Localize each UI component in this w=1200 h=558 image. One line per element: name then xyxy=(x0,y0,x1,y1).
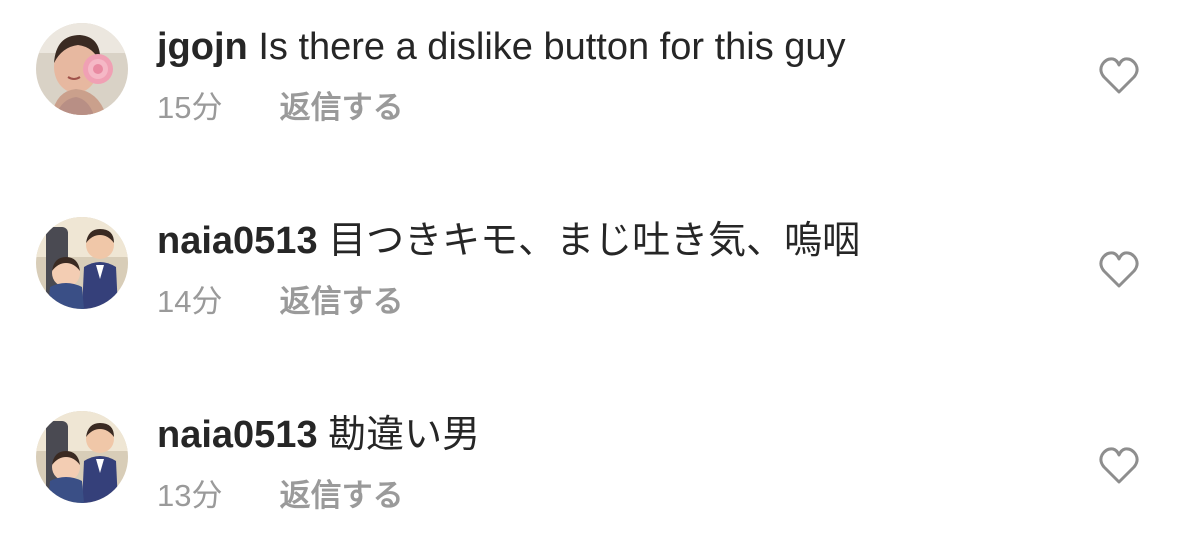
reply-button[interactable]: 返信する xyxy=(280,478,404,513)
heart-outline-icon xyxy=(1099,57,1139,94)
comment-timestamp: 15分 xyxy=(157,90,223,125)
comment-username[interactable]: jgojn xyxy=(157,26,248,68)
comment-item: jgojn Is there a dislike button for this… xyxy=(0,20,1200,170)
comment-meta: 15分 返信する xyxy=(157,88,404,128)
comment-timestamp: 14分 xyxy=(157,284,223,319)
comment-text: 目つきキモ、まじ吐き気、嗚咽 xyxy=(328,220,861,262)
comment-item: naia0513 目つきキモ、まじ吐き気、嗚咽 14分 返信する xyxy=(0,214,1200,364)
user-avatar[interactable] xyxy=(36,217,128,309)
like-button[interactable] xyxy=(1098,56,1140,96)
avatar-photo-icon xyxy=(36,23,128,115)
heart-outline-icon xyxy=(1099,251,1139,288)
comment-text: Is there a dislike button for this guy xyxy=(258,26,846,68)
comment-line: naia0513 勘違い男 xyxy=(157,412,480,458)
comment-line: jgojn Is there a dislike button for this… xyxy=(157,24,846,70)
comment-username[interactable]: naia0513 xyxy=(157,414,318,456)
comment-meta: 14分 返信する xyxy=(157,282,404,322)
like-button[interactable] xyxy=(1098,446,1140,486)
like-button[interactable] xyxy=(1098,250,1140,290)
comment-line: naia0513 目つきキモ、まじ吐き気、嗚咽 xyxy=(157,218,860,264)
comment-item: naia0513 勘違い男 13分 返信する xyxy=(0,408,1200,558)
comment-meta: 13分 返信する xyxy=(157,476,404,516)
comment-timestamp: 13分 xyxy=(157,478,223,513)
comment-text: 勘違い男 xyxy=(328,414,481,456)
reply-button[interactable]: 返信する xyxy=(280,90,404,125)
reply-button[interactable]: 返信する xyxy=(280,284,404,319)
heart-outline-icon xyxy=(1099,447,1139,484)
avatar-photo-icon xyxy=(36,411,128,503)
avatar-photo-icon xyxy=(36,217,128,309)
user-avatar[interactable] xyxy=(36,411,128,503)
comment-username[interactable]: naia0513 xyxy=(157,220,318,262)
user-avatar[interactable] xyxy=(36,23,128,115)
